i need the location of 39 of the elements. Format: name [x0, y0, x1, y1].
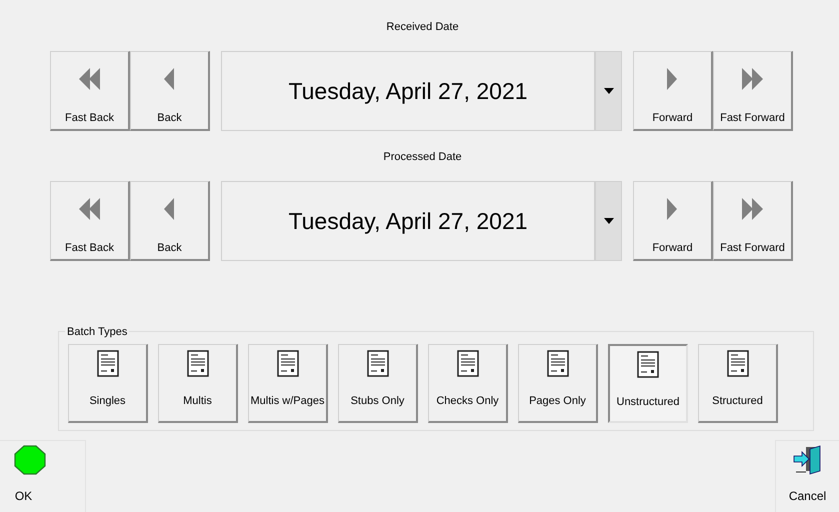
nav-button[interactable]: Forward	[633, 51, 713, 131]
batch-type-button[interactable]: Unstructured	[608, 344, 688, 423]
document-icon	[96, 350, 118, 377]
exit-door-icon	[792, 445, 824, 475]
document-icon	[546, 350, 568, 377]
group-title: Batch Types	[65, 324, 130, 340]
octagon-icon	[14, 445, 46, 475]
batch-type-button[interactable]: Multis w/Pages	[248, 344, 328, 423]
document-icon	[456, 350, 478, 377]
caret-down-icon	[604, 88, 614, 94]
document-icon	[637, 351, 659, 378]
caret-down-icon	[604, 218, 614, 224]
date-field[interactable]: Tuesday, April 27, 2021	[221, 181, 595, 261]
document-icon	[186, 350, 208, 377]
nav-button[interactable]: Fast Back	[50, 181, 130, 261]
ok-button[interactable]: OK	[0, 440, 86, 512]
batch-type-button[interactable]: Pages Only	[518, 344, 598, 423]
date-field[interactable]: Tuesday, April 27, 2021	[221, 51, 595, 131]
batch-type-button[interactable]: Checks Only	[428, 344, 508, 423]
cancel-button[interactable]: Cancel	[775, 440, 839, 512]
nav-button[interactable]: Fast Forward	[713, 181, 793, 261]
nav-button[interactable]: Fast Forward	[713, 51, 793, 131]
batch-type-button[interactable]: Singles	[68, 344, 148, 423]
batch-type-button[interactable]: Structured	[698, 344, 778, 423]
document-icon	[276, 350, 298, 377]
nav-button[interactable]: Back	[130, 181, 210, 261]
fast-forward-icon	[739, 196, 766, 222]
section-label: Received Date	[385, 21, 460, 34]
batch-type-button[interactable]: Stubs Only	[338, 344, 418, 423]
dropdown-button[interactable]	[595, 181, 622, 261]
nav-button[interactable]: Back	[130, 51, 210, 131]
nav-button[interactable]: Fast Back	[50, 51, 130, 131]
dropdown-button[interactable]	[595, 51, 622, 131]
section-label: Processed Date	[382, 151, 463, 164]
document-icon	[726, 350, 748, 377]
document-icon	[366, 350, 388, 377]
nav-button[interactable]: Forward	[633, 181, 713, 261]
batch-type-button[interactable]: Multis	[158, 344, 238, 423]
fast-forward-icon	[739, 66, 766, 92]
